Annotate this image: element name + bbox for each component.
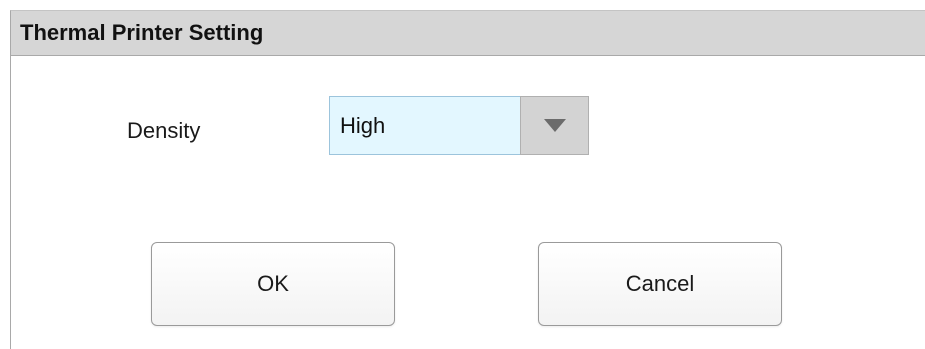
density-label: Density — [127, 118, 201, 143]
density-dropdown-button[interactable] — [520, 96, 589, 155]
triangle-down-icon — [544, 119, 566, 132]
dialog-title-bar: Thermal Printer Setting — [11, 11, 925, 56]
thermal-printer-setting-dialog: Thermal Printer Setting Density High OK … — [10, 10, 925, 349]
cancel-button[interactable]: Cancel — [538, 242, 782, 326]
density-selected-value: High — [340, 113, 386, 138]
density-select[interactable]: High — [329, 96, 589, 155]
dialog-title: Thermal Printer Setting — [20, 20, 264, 45]
ok-button[interactable]: OK — [151, 242, 395, 326]
